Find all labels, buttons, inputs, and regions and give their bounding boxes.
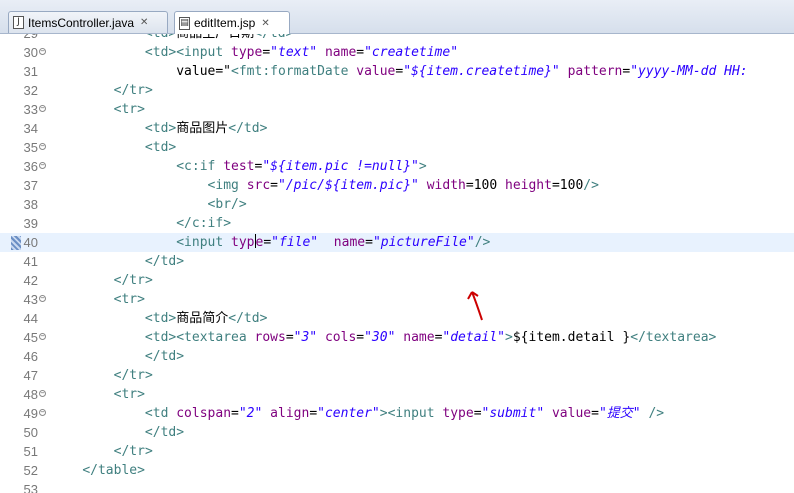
- jsp-file-icon: ▤: [179, 16, 190, 30]
- code-line[interactable]: 53: [0, 480, 794, 493]
- code-line[interactable]: 44 <td>商品简介</td>: [0, 309, 794, 328]
- line-number: 52: [23, 463, 38, 478]
- code-line[interactable]: 33− <tr>: [0, 100, 794, 119]
- code-text: <tr>: [113, 102, 145, 117]
- line-number: 47: [23, 368, 38, 383]
- fold-toggle-icon[interactable]: −: [39, 390, 46, 397]
- fold-toggle-icon[interactable]: −: [39, 162, 46, 169]
- code-text: <tr>: [113, 292, 145, 307]
- code-line[interactable]: 42 </tr>: [0, 271, 794, 290]
- fold-toggle-icon[interactable]: −: [39, 409, 46, 416]
- line-number: 53: [23, 482, 38, 493]
- line-number: 41: [23, 254, 38, 269]
- fold-toggle-icon[interactable]: −: [39, 48, 46, 55]
- code-line[interactable]: 43− <tr>: [0, 290, 794, 309]
- code-line[interactable]: 45− <td><textarea rows="3" cols="30" nam…: [0, 328, 794, 347]
- java-file-icon: J: [13, 16, 24, 29]
- editor-tab-bar: J ItemsController.java ✕ ▤ editItem.jsp …: [0, 0, 794, 34]
- code-line[interactable]: 51 </tr>: [0, 442, 794, 461]
- tab-label: editItem.jsp: [194, 16, 256, 30]
- close-icon[interactable]: ✕: [140, 17, 148, 28]
- fold-toggle-icon[interactable]: −: [39, 143, 46, 150]
- line-number: 32: [23, 83, 38, 98]
- line-number: 40: [23, 235, 38, 250]
- line-number: 45: [23, 330, 38, 345]
- code-line[interactable]: 31 value="<fmt:formatDate value="${item.…: [0, 62, 794, 81]
- code-text: </td>: [144, 349, 185, 364]
- line-number: 35: [23, 140, 38, 155]
- fold-toggle-icon[interactable]: −: [39, 295, 46, 302]
- code-line[interactable]: 48− <tr>: [0, 385, 794, 404]
- line-number: 30: [23, 45, 38, 60]
- line-number: 39: [23, 216, 38, 231]
- code-text: <input type="file" name="pictureFile"/>: [176, 234, 491, 250]
- code-text: <td>: [144, 140, 177, 155]
- code-text: </tr>: [113, 83, 153, 98]
- code-line[interactable]: 36− <c:if test="${item.pic !=null}">: [0, 157, 794, 176]
- code-line[interactable]: 41 </td>: [0, 252, 794, 271]
- line-number: 48: [23, 387, 38, 402]
- line-number: 49: [23, 406, 38, 421]
- line-number: 29: [14, 34, 38, 43]
- red-arrow-annotation: [467, 291, 483, 321]
- code-line[interactable]: 29 <td>商品生产日期</td>: [0, 34, 794, 43]
- line-number: 43: [23, 292, 38, 307]
- code-text: <tr>: [113, 387, 145, 402]
- tab-edit-item-jsp[interactable]: ▤ editItem.jsp ✕: [174, 11, 290, 34]
- code-text: <td><input type="text" name="createtime": [144, 45, 459, 60]
- tab-label: ItemsController.java: [28, 15, 135, 30]
- code-text: </table>: [82, 463, 145, 478]
- line-number: 34: [23, 121, 38, 136]
- code-line[interactable]: 35− <td>: [0, 138, 794, 157]
- code-line[interactable]: 50 </td>: [0, 423, 794, 442]
- code-text: <td>商品简介</td>: [144, 311, 268, 326]
- code-text: </td>: [144, 254, 185, 269]
- code-editor[interactable]: 29 <td>商品生产日期</td>30− <td><input type="t…: [0, 34, 794, 493]
- code-line[interactable]: 47 </tr>: [0, 366, 794, 385]
- code-line[interactable]: 49− <td colspan="2" align="center"><inpu…: [0, 404, 794, 423]
- code-line[interactable]: 52 </table>: [0, 461, 794, 480]
- line-number: 42: [23, 273, 38, 288]
- code-text: value="<fmt:formatDate value="${item.cre…: [51, 64, 748, 79]
- code-text: <td>商品图片</td>: [144, 121, 268, 136]
- code-text: <br/>: [207, 197, 247, 212]
- code-line[interactable]: 38 <br/>: [0, 195, 794, 214]
- code-line[interactable]: 40 <input type="file" name="pictureFile"…: [0, 233, 794, 252]
- line-number: 36: [23, 159, 38, 174]
- line-number: 31: [23, 64, 38, 79]
- code-text: <c:if test="${item.pic !=null}">: [176, 159, 427, 174]
- fold-toggle-icon[interactable]: −: [39, 105, 46, 112]
- line-number: 37: [23, 178, 38, 193]
- code-line[interactable]: 39 </c:if>: [0, 214, 794, 233]
- code-text: </c:if>: [176, 216, 232, 231]
- code-line[interactable]: 37 <img src="/pic/${item.pic}" width=100…: [0, 176, 794, 195]
- code-text: <td>商品生产日期</td>: [51, 34, 293, 43]
- line-number: 38: [23, 197, 38, 212]
- code-line[interactable]: 30− <td><input type="text" name="createt…: [0, 43, 794, 62]
- close-icon[interactable]: ✕: [261, 18, 269, 29]
- line-number: 51: [23, 444, 38, 459]
- line-number: 44: [23, 311, 38, 326]
- tab-items-controller[interactable]: J ItemsController.java ✕: [8, 11, 168, 33]
- fold-toggle-icon[interactable]: −: [39, 333, 46, 340]
- code-line[interactable]: 46 </td>: [0, 347, 794, 366]
- code-text: <td colspan="2" align="center"><input ty…: [144, 406, 665, 421]
- code-text: <td><textarea rows="3" cols="30" name="d…: [144, 330, 717, 345]
- line-number: 33: [23, 102, 38, 117]
- text-caret: [254, 234, 256, 248]
- code-line[interactable]: 32 </tr>: [0, 81, 794, 100]
- line-number: 50: [23, 425, 38, 440]
- code-line[interactable]: 34 <td>商品图片</td>: [0, 119, 794, 138]
- code-text: <img src="/pic/${item.pic}" width=100 he…: [207, 178, 599, 193]
- code-text: </tr>: [113, 273, 153, 288]
- code-text: </td>: [144, 425, 185, 440]
- code-text: </tr>: [113, 368, 153, 383]
- code-text: </tr>: [113, 444, 153, 459]
- line-number: 46: [23, 349, 38, 364]
